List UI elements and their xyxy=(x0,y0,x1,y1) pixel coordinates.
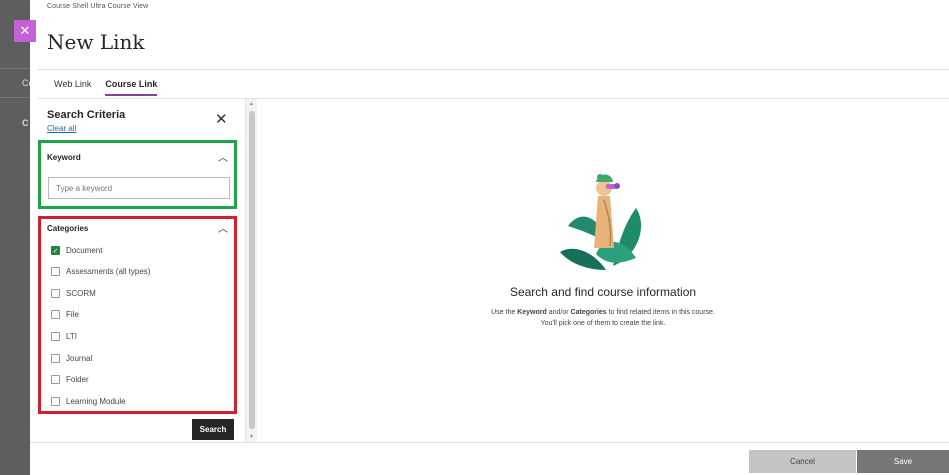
empty-state-text: Use the xyxy=(491,309,518,316)
empty-state-keyword: Keyword xyxy=(517,309,547,316)
background-divider xyxy=(0,97,30,98)
checkbox-icon[interactable] xyxy=(51,375,60,384)
empty-state-text: and/or xyxy=(546,309,571,316)
category-assessments[interactable]: Assessments (all types) xyxy=(51,267,150,276)
close-icon: ✕ xyxy=(19,23,31,38)
empty-state-text: to find related items in this course. xyxy=(606,309,715,316)
save-button[interactable]: Save xyxy=(857,450,949,473)
checkbox-checked-icon[interactable]: ✓ xyxy=(51,246,60,255)
category-label: File xyxy=(66,310,79,319)
sidebar-scrollbar[interactable]: ▲ ▼ xyxy=(246,99,257,442)
background-divider xyxy=(0,68,30,69)
category-journal[interactable]: Journal xyxy=(51,354,92,363)
checkbox-icon[interactable] xyxy=(51,267,60,276)
clear-all-link[interactable]: Clear all xyxy=(47,124,76,133)
category-scorm[interactable]: SCORM xyxy=(51,289,96,298)
empty-state-title: Search and find course information xyxy=(509,285,697,299)
search-button[interactable]: Search xyxy=(192,419,234,440)
tab-course-link[interactable]: Course Link xyxy=(105,79,158,96)
category-file[interactable]: File xyxy=(51,310,79,319)
category-folder[interactable]: Folder xyxy=(51,375,89,384)
divider xyxy=(38,69,949,70)
new-link-panel: Course Shell Ultra Course View New Link … xyxy=(30,0,949,475)
keyword-input[interactable] xyxy=(48,177,230,199)
scroll-up-arrow-icon[interactable]: ▲ xyxy=(249,101,254,107)
categories-heading: Categories xyxy=(47,224,89,233)
keyword-heading: Keyword xyxy=(47,153,81,162)
background-page: Co C xyxy=(0,0,34,475)
keyword-section: Keyword ︿ xyxy=(38,140,237,209)
category-label: Learning Module xyxy=(66,397,126,406)
categories-section: Categories ︿ ✓ Document Assessments (all… xyxy=(38,216,237,414)
close-search-criteria-icon[interactable]: ✕ xyxy=(215,112,228,127)
category-label: Assessments (all types) xyxy=(66,267,151,276)
empty-state-categories: Categories xyxy=(570,309,607,316)
scrollbar-thumb[interactable] xyxy=(249,111,255,429)
category-label: Journal xyxy=(66,354,93,363)
checkbox-icon[interactable] xyxy=(51,354,60,363)
close-panel-button[interactable]: ✕ xyxy=(14,20,36,42)
category-label: Folder xyxy=(66,375,89,384)
page-title: New Link xyxy=(47,30,145,54)
explorer-illustration xyxy=(560,174,642,270)
cancel-button[interactable]: Cancel xyxy=(749,450,856,473)
checkbox-icon[interactable] xyxy=(51,397,60,406)
category-document[interactable]: ✓ Document xyxy=(51,246,102,255)
category-label: SCORM xyxy=(66,289,96,298)
checkbox-icon[interactable] xyxy=(51,289,60,298)
checkbox-icon[interactable] xyxy=(51,332,60,341)
scroll-down-arrow-icon[interactable]: ▼ xyxy=(249,434,254,440)
category-lti[interactable]: LTI xyxy=(51,332,77,341)
chevron-up-icon[interactable]: ︿ xyxy=(218,220,228,235)
results-area: Search and find course information Use t… xyxy=(257,99,949,442)
link-type-tabs: Web Link Course Link xyxy=(54,79,158,96)
search-criteria-title: Search Criteria xyxy=(47,109,126,121)
checkbox-icon[interactable] xyxy=(51,310,60,319)
footer-bar: Cancel Save xyxy=(30,442,949,475)
category-learning-module[interactable]: Learning Module xyxy=(51,397,126,406)
empty-state-description: Use the Keyword and/or Categories to fin… xyxy=(257,307,949,329)
breadcrumb: Course Shell Ultra Course View xyxy=(47,3,149,10)
empty-state-text: You'll pick one of them to create the li… xyxy=(540,320,666,327)
search-criteria-panel: Search Criteria Clear all ✕ Keyword ︿ Ca… xyxy=(38,99,246,442)
chevron-up-icon[interactable]: ︿ xyxy=(218,149,228,164)
background-heading: C xyxy=(22,118,29,128)
tab-web-link[interactable]: Web Link xyxy=(54,79,91,96)
category-label: Document xyxy=(66,246,103,255)
category-label: LTI xyxy=(66,332,77,341)
